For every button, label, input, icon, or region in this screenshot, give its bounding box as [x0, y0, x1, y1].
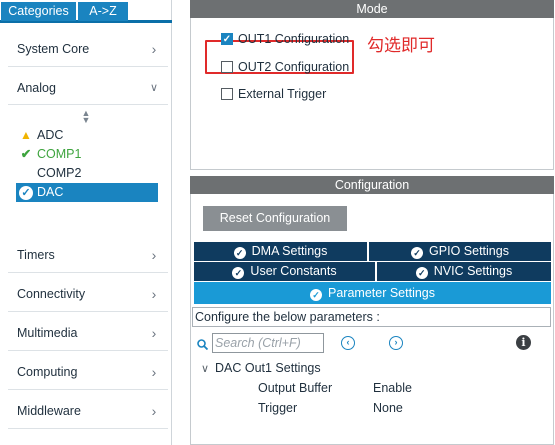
tab-categories[interactable]: Categories [1, 2, 76, 21]
peripheral-comp1[interactable]: ✔ COMP1 [16, 145, 158, 164]
chevron-right-icon: › [151, 286, 157, 302]
category-analog[interactable]: Analog ∨ [17, 78, 162, 98]
chevron-right-icon: › [151, 41, 157, 57]
group-label: DAC Out1 Settings [215, 361, 321, 375]
category-label: Computing [17, 365, 78, 379]
tab-label: DMA Settings [251, 244, 328, 258]
category-timers[interactable]: Timers › [17, 245, 162, 265]
tab-label: GPIO Settings [429, 244, 509, 258]
tab-nvic-settings[interactable]: ✓ NVIC Settings [377, 262, 551, 281]
divider [8, 389, 168, 390]
tab-a-to-z[interactable]: A->Z [78, 2, 128, 21]
tab-user-constants[interactable]: ✓ User Constants [194, 262, 375, 281]
configuration-header: Configuration [190, 176, 554, 194]
param-value[interactable]: Enable [373, 379, 412, 397]
check-icon: ✔ [20, 147, 32, 161]
check-circle-icon: ✓ [415, 267, 428, 279]
check-circle-icon: ✓ [18, 183, 34, 202]
chevron-down-icon: ∨ [149, 82, 159, 94]
checkbox-unchecked-icon[interactable] [221, 61, 233, 73]
annotation-note: 勾选即可 [367, 36, 435, 56]
divider [8, 311, 168, 312]
group-dac-out1-settings[interactable]: ∨ DAC Out1 Settings [201, 359, 321, 377]
category-label: System Core [17, 42, 90, 56]
tab-parameter-settings[interactable]: ✓ Parameter Settings [194, 282, 551, 304]
peripheral-label: COMP1 [37, 147, 82, 161]
divider [8, 104, 168, 105]
peripheral-comp2[interactable]: COMP2 [16, 164, 158, 183]
configure-prompt: Configure the below parameters : [192, 307, 551, 327]
configuration-section: Reset Configuration ✓ DMA Settings ✓ GPIO … [190, 194, 554, 445]
info-icon[interactable]: i [516, 335, 531, 350]
check-circle-icon: ✓ [232, 267, 245, 279]
sort-icon[interactable]: ▲ ▼ [80, 109, 92, 125]
chevron-right-icon: › [151, 247, 157, 263]
tab-label: NVIC Settings [433, 264, 513, 278]
param-name: Trigger [258, 401, 298, 415]
chevron-right-icon: › [151, 325, 157, 341]
checkbox-checked-icon[interactable]: ✓ [221, 33, 233, 45]
param-name: Output Buffer [258, 381, 333, 395]
category-tabs: Categories A->Z [0, 0, 172, 23]
divider [8, 272, 168, 273]
category-label: Connectivity [17, 287, 86, 301]
category-connectivity[interactable]: Connectivity › [17, 284, 162, 304]
search-previous-icon[interactable]: ‹ [341, 336, 355, 350]
warning-icon: ▲ [20, 128, 32, 142]
tab-label: User Constants [250, 264, 337, 278]
divider [8, 350, 168, 351]
category-multimedia[interactable]: Multimedia › [17, 323, 162, 343]
peripheral-label: ADC [37, 128, 64, 142]
chevron-right-icon: › [151, 403, 157, 419]
category-system-core[interactable]: System Core › [17, 39, 162, 59]
check-circle-icon: ✓ [411, 247, 424, 259]
check-circle-icon: ✓ [310, 289, 322, 301]
category-middleware[interactable]: Middleware › [17, 401, 162, 421]
check-circle-icon: ✓ [233, 247, 246, 259]
peripheral-adc[interactable]: ▲ ADC [16, 126, 158, 145]
checkbox-label: External Trigger [238, 87, 327, 101]
divider [8, 428, 168, 429]
right-panel: Mode ✓ OUT1 Configuration OUT2 Configura… [190, 0, 555, 445]
tab-gpio-settings[interactable]: ✓ GPIO Settings [369, 242, 551, 261]
category-label: Analog [17, 81, 56, 95]
category-label: Timers [17, 248, 55, 262]
left-panel: Categories A->Z System Core › Analog ∨ ▲… [0, 0, 172, 445]
peripheral-dac[interactable]: ✓ DAC [16, 183, 158, 202]
param-value[interactable]: None [373, 399, 403, 417]
peripheral-label: DAC [37, 185, 64, 199]
checkbox-unchecked-icon[interactable] [221, 88, 233, 100]
mode-header: Mode [190, 0, 554, 18]
tab-dma-settings[interactable]: ✓ DMA Settings [194, 242, 367, 261]
category-label: Middleware [17, 404, 81, 418]
checkbox-label: OUT2 Configuration [238, 60, 350, 74]
reset-configuration-button[interactable]: Reset Configuration [203, 206, 347, 231]
checkbox-label: OUT1 Configuration [238, 32, 350, 46]
chevron-right-icon: › [151, 364, 157, 380]
category-label: Multimedia [17, 326, 78, 340]
search-icon [197, 338, 209, 353]
search-input[interactable]: Search (Ctrl+F) [212, 333, 324, 353]
peripheral-label: COMP2 [37, 166, 82, 180]
divider [8, 66, 168, 67]
tab-label: Parameter Settings [328, 286, 435, 300]
chevron-down-icon: ∨ [201, 363, 210, 375]
category-computing[interactable]: Computing › [17, 362, 162, 382]
search-next-icon[interactable]: › [389, 336, 403, 350]
